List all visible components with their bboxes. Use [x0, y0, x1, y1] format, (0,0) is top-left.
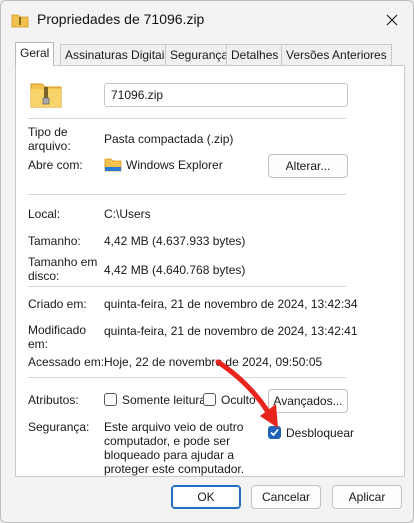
ok-button[interactable]: OK — [171, 485, 241, 509]
general-tab-panel: 71096.zip Tipo de arquivo: Pasta compacta… — [15, 65, 405, 477]
tab-previous-versions[interactable]: Versões Anteriores — [281, 44, 392, 66]
unblock-label[interactable]: Desbloquear — [286, 426, 354, 440]
zip-folder-icon — [30, 83, 62, 108]
modified-label: Modificado em: — [28, 323, 87, 351]
close-button[interactable] — [377, 7, 407, 33]
created-label: Criado em: — [28, 297, 87, 311]
windows-explorer-folder-icon — [104, 158, 122, 172]
type-label: Tipo de arquivo: — [28, 125, 71, 153]
properties-window: Propriedades de 71096.zip Geral Assinatu… — [0, 0, 414, 523]
disk-size-value: 4,42 MB (4.640.768 bytes) — [104, 263, 246, 277]
window-title: Propriedades de 71096.zip — [37, 11, 205, 27]
opens-with-value: Windows Explorer — [126, 158, 223, 172]
title-bar[interactable]: Propriedades de 71096.zip — [1, 1, 413, 39]
readonly-checkbox[interactable] — [104, 393, 117, 406]
separator — [28, 118, 346, 119]
accessed-label: Acessado em: — [28, 355, 105, 369]
modified-value: quinta-feira, 21 de novembro de 2024, 13… — [104, 324, 358, 338]
location-value: C:\Users — [104, 207, 151, 221]
attributes-label: Atributos: — [28, 393, 79, 407]
size-value: 4,42 MB (4.637.933 bytes) — [104, 234, 246, 248]
readonly-label[interactable]: Somente leitura — [122, 393, 206, 407]
created-value: quinta-feira, 21 de novembro de 2024, 13… — [104, 297, 358, 311]
size-label: Tamanho: — [28, 234, 81, 248]
security-label: Segurança: — [28, 420, 90, 434]
tab-details[interactable]: Detalhes — [226, 44, 284, 66]
opens-with-label: Abre com: — [28, 158, 83, 172]
tab-security[interactable]: Segurança — [165, 44, 234, 66]
zip-folder-icon — [11, 14, 29, 28]
tab-digital-signatures[interactable]: Assinaturas Digitais — [60, 44, 176, 66]
separator — [28, 194, 346, 195]
red-arrow-annotation — [215, 359, 278, 428]
close-icon — [386, 14, 398, 26]
type-value: Pasta compactada (.zip) — [104, 132, 234, 146]
disk-size-label: Tamanho em disco: — [28, 255, 98, 283]
separator — [28, 377, 346, 378]
separator — [28, 286, 346, 287]
cancel-button[interactable]: Cancelar — [251, 485, 321, 509]
tab-strip: Geral Assinaturas Digitais Segurança Det… — [15, 42, 405, 66]
tab-general[interactable]: Geral — [15, 42, 55, 66]
change-button[interactable]: Alterar... — [268, 154, 348, 178]
file-name-field[interactable]: 71096.zip — [104, 83, 348, 107]
location-label: Local: — [28, 207, 61, 221]
apply-button[interactable]: Aplicar — [332, 485, 402, 509]
